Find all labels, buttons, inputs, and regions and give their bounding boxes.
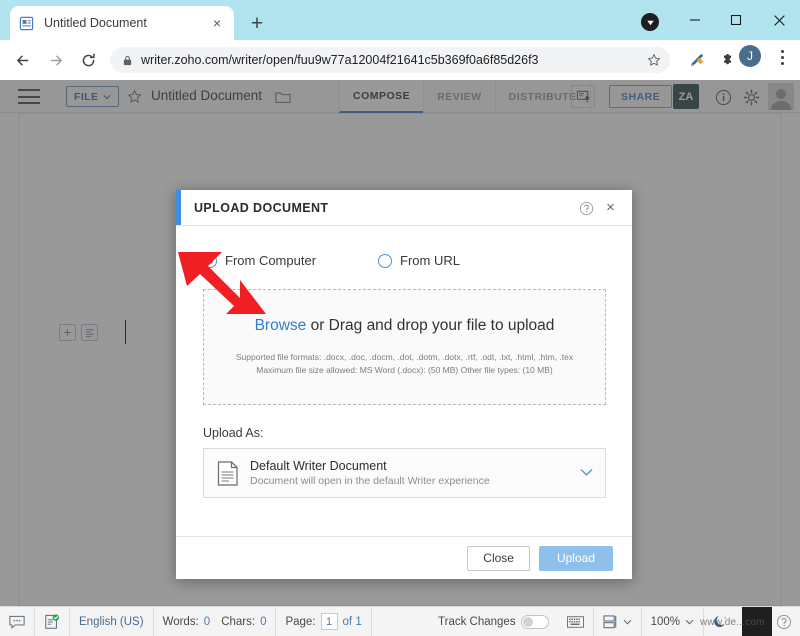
lock-icon (120, 55, 134, 66)
page-layout-icon (603, 614, 618, 629)
url-text: writer.zoho.com/writer/open/fuu9w77a1200… (141, 53, 539, 67)
zoom-value: 100% (650, 615, 680, 628)
new-tab-button[interactable]: + (244, 10, 270, 36)
radio-from-url-input[interactable] (378, 253, 393, 268)
help-question-icon[interactable] (578, 200, 594, 216)
keyboard-button[interactable] (558, 606, 594, 636)
words-value: 0 (203, 615, 211, 628)
dialog-header: UPLOAD DOCUMENT × (176, 190, 632, 226)
chevron-down-icon (623, 619, 632, 625)
extension-puzzle-icon[interactable] (715, 48, 739, 72)
help-question-icon (776, 614, 792, 630)
close-button[interactable]: Close (467, 545, 530, 571)
document-icon (216, 460, 240, 486)
comment-button[interactable] (0, 606, 35, 636)
upload-as-subtitle: Document will open in the default Writer… (250, 475, 490, 487)
page-indicator: Page: 1 of 1 (276, 606, 372, 636)
star-icon[interactable] (644, 50, 664, 70)
upload-document-dialog: UPLOAD DOCUMENT × From Computer From URL (176, 190, 632, 579)
status-bar: English (US) Words: 0 Chars: 0 Page: 1 o… (0, 606, 800, 636)
kebab-menu-icon[interactable] (772, 46, 792, 68)
window-minimize-button[interactable] (672, 0, 718, 40)
spellcheck-button[interactable] (35, 606, 70, 636)
address-bar[interactable]: writer.zoho.com/writer/open/fuu9w77a1200… (110, 47, 670, 73)
track-changes-toggle[interactable] (520, 614, 549, 629)
dialog-title: UPLOAD DOCUMENT (194, 200, 329, 215)
dropzone-hints: Supported file formats: .docx, .doc, .do… (236, 351, 573, 377)
language-label: English (US) (79, 615, 144, 628)
browser-tab-title: Untitled Document (44, 16, 147, 30)
upload-as-select[interactable]: Default Writer Document Document will op… (203, 448, 606, 498)
radio-from-computer-label: From Computer (225, 253, 317, 268)
supported-formats-text: Supported file formats: .docx, .doc, .do… (235, 351, 574, 362)
browser-profile-avatar[interactable]: J (739, 45, 761, 67)
page-total: of 1 (342, 615, 362, 628)
night-mode-button[interactable] (704, 607, 738, 636)
close-icon[interactable]: × (602, 199, 619, 216)
comment-icon (9, 615, 25, 629)
dialog-body: From Computer From URL Browse or Drag an… (176, 226, 632, 536)
extension-pen-icon[interactable] (685, 48, 709, 72)
upload-button[interactable]: Upload (538, 545, 613, 571)
window-maximize-button[interactable] (713, 0, 759, 40)
upload-as-label: Upload As: (203, 426, 264, 440)
browser-tab[interactable]: Untitled Document × (10, 6, 234, 40)
max-size-text: Maximum file size allowed: MS Word (.doc… (256, 365, 553, 375)
zoom-control[interactable]: 100% (642, 606, 704, 636)
close-icon[interactable]: × (208, 14, 226, 32)
radio-from-computer-input[interactable] (203, 253, 217, 268)
dialog-footer: Close Upload (176, 536, 632, 579)
file-dropzone[interactable]: Browse or Drag and drop your file to upl… (203, 289, 606, 405)
back-arrow-icon[interactable] (6, 40, 38, 80)
word-count: Words: 0 Chars: 0 (154, 606, 277, 636)
download-arrow-icon[interactable] (641, 13, 659, 31)
upload-as-title: Default Writer Document (250, 459, 387, 473)
spellcheck-icon (44, 613, 60, 630)
browse-link[interactable]: Browse (255, 317, 307, 334)
night-mode-icon (713, 614, 729, 630)
page-layout-control[interactable] (594, 606, 642, 636)
page-number-input[interactable]: 1 (320, 613, 338, 630)
window-close-button[interactable] (756, 0, 800, 40)
radio-from-url-label: From URL (400, 253, 460, 268)
forward-arrow-icon[interactable] (40, 40, 72, 80)
source-options: From Computer From URL (203, 253, 460, 268)
chevron-down-icon[interactable] (580, 464, 593, 482)
browser-titlebar: Untitled Document × + (0, 0, 800, 40)
dropzone-main-text: Browse or Drag and drop your file to upl… (255, 317, 555, 335)
chars-value: 0 (260, 615, 267, 628)
dropzone-rest-text: or Drag and drop your file to upload (306, 316, 555, 334)
chars-label: Chars: (221, 615, 256, 628)
language-indicator[interactable]: English (US) (70, 606, 154, 636)
document-icon (18, 15, 35, 32)
watermark-backdrop (742, 607, 772, 636)
radio-from-computer[interactable]: From Computer (203, 253, 316, 268)
radio-from-url[interactable]: From URL (378, 253, 460, 268)
upload-as-text: Default Writer Document Document will op… (250, 459, 580, 487)
page-label: Page: (285, 615, 316, 628)
track-changes-label: Track Changes (438, 615, 516, 628)
words-label: Words: (162, 615, 199, 628)
track-changes-control[interactable]: Track Changes (429, 607, 558, 636)
keyboard-icon (566, 615, 584, 628)
chevron-down-icon (685, 619, 694, 625)
reload-icon[interactable] (72, 40, 104, 80)
screen-root: Untitled Document × + writer.zoho.com/wr… (0, 0, 800, 636)
